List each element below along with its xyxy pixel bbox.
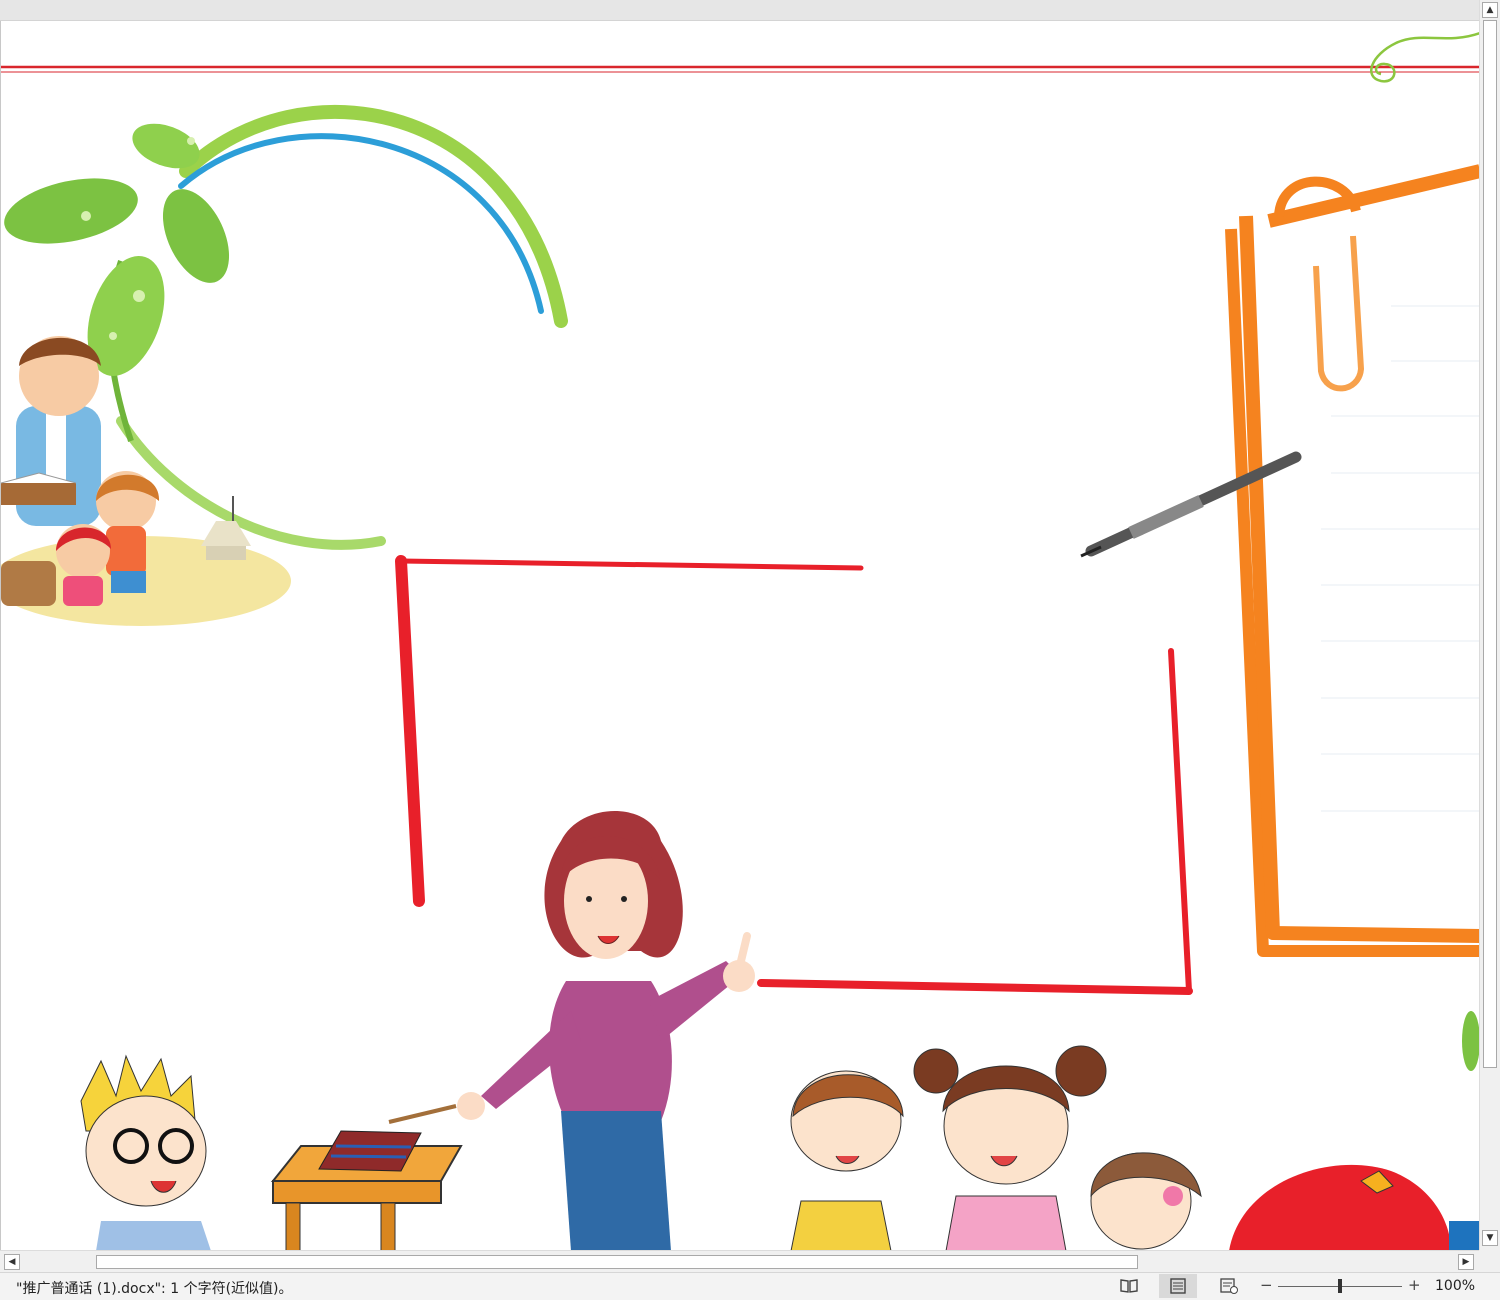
print-layout-icon xyxy=(1170,1278,1186,1294)
zoom-out-button[interactable]: − xyxy=(1260,1276,1273,1294)
status-bar: "推广普通话 (1).docx": 1 个字符(近似值)。 − + 100% xyxy=(0,1272,1500,1300)
zoom-in-button[interactable]: + xyxy=(1408,1276,1421,1294)
scroll-up-button[interactable]: ▲ xyxy=(1482,2,1498,18)
orange-notebook xyxy=(1225,164,1480,957)
document-artwork xyxy=(1,31,1480,1251)
scroll-right-button[interactable]: ▶ xyxy=(1458,1254,1474,1270)
print-layout-button[interactable] xyxy=(1159,1274,1197,1298)
family-illustration xyxy=(1,336,291,626)
read-mode-button[interactable] xyxy=(1110,1274,1148,1298)
read-mode-icon xyxy=(1120,1279,1138,1293)
scroll-left-button[interactable]: ◀ xyxy=(4,1254,20,1270)
scroll-down-button[interactable]: ▼ xyxy=(1482,1230,1498,1246)
vertical-scrollbar[interactable]: ▲ ▼ xyxy=(1479,0,1500,1250)
zoom-level[interactable]: 100% xyxy=(1435,1278,1475,1294)
horizontal-scroll-thumb[interactable] xyxy=(96,1255,1138,1269)
vertical-scroll-thumb[interactable] xyxy=(1483,20,1497,1068)
window-top-strip xyxy=(0,0,1480,21)
web-layout-icon xyxy=(1220,1278,1238,1294)
zoom-slider-thumb[interactable] xyxy=(1338,1279,1342,1293)
word-count-status[interactable]: "推广普通话 (1).docx": 1 个字符(近似值)。 xyxy=(16,1278,293,1298)
document-page[interactable] xyxy=(0,21,1480,1251)
red-frame xyxy=(395,555,1193,995)
scrollbar-corner xyxy=(1479,1250,1500,1272)
abacus-table xyxy=(270,1130,463,1251)
teacher-illustration xyxy=(388,811,755,1251)
web-layout-button[interactable] xyxy=(1210,1274,1248,1298)
corner-swirl xyxy=(1370,31,1480,83)
horizontal-scrollbar[interactable]: ◀ ▶ xyxy=(0,1250,1479,1272)
